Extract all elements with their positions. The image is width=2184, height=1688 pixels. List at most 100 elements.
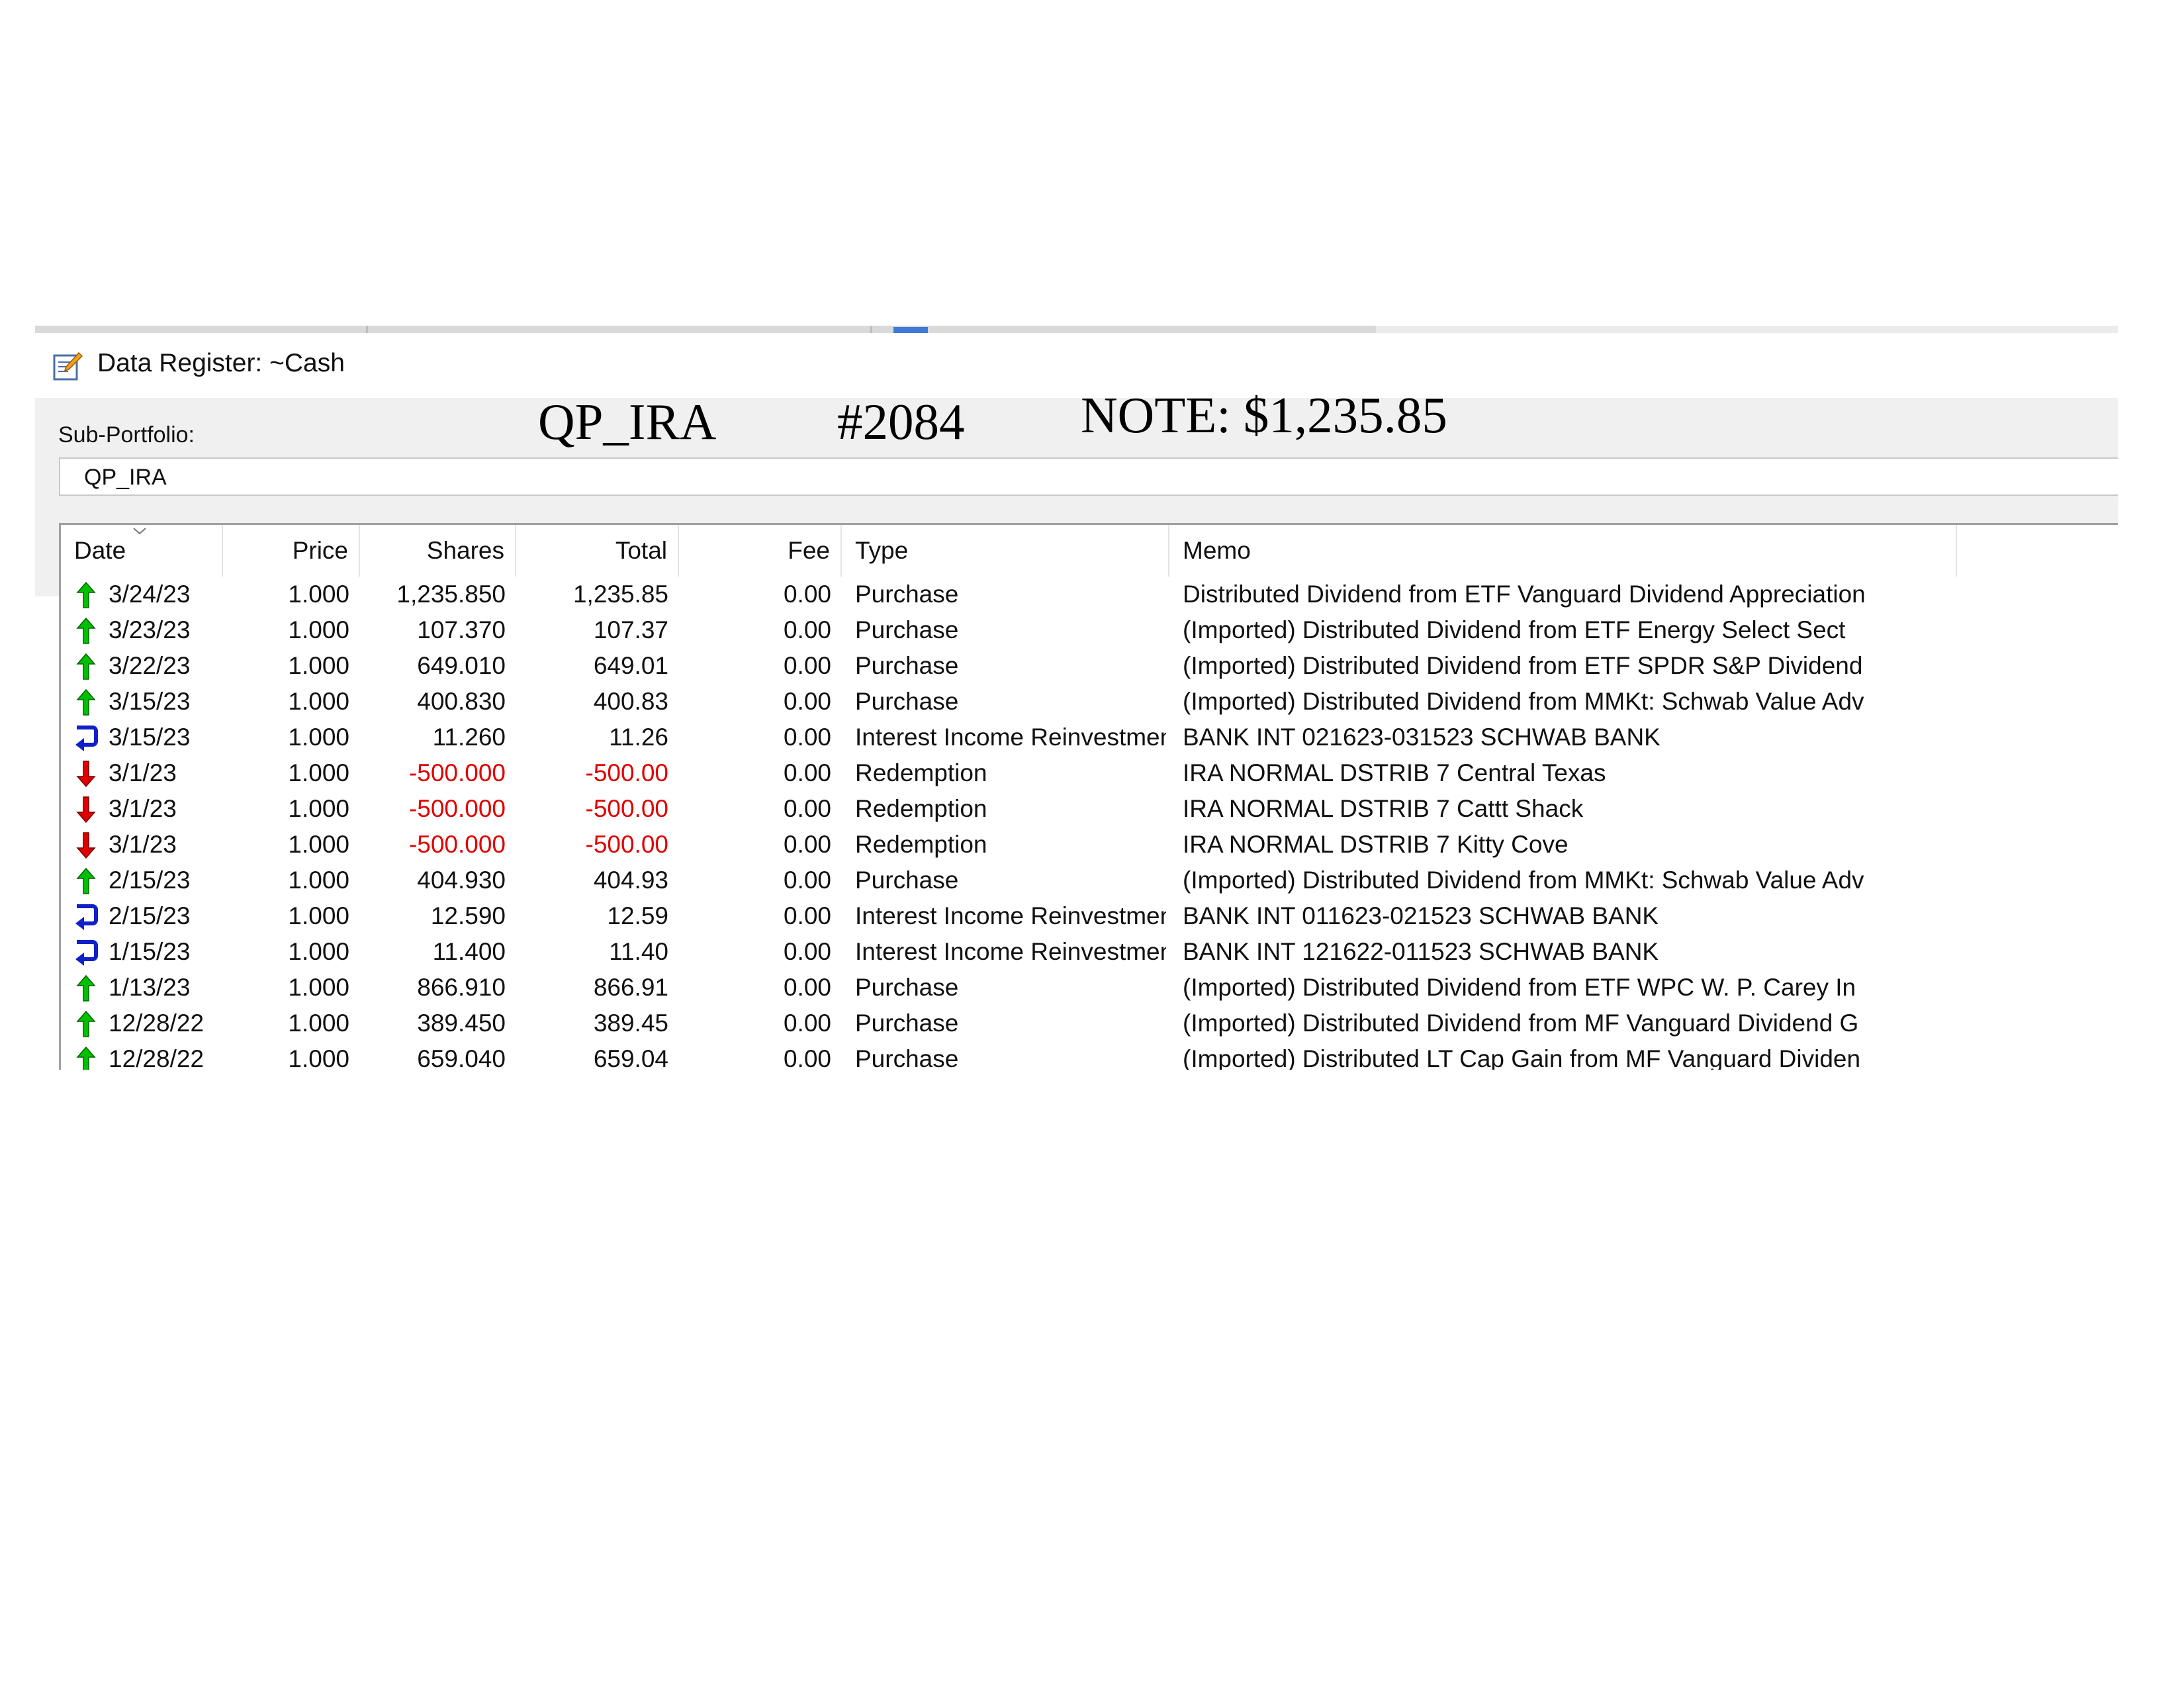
cell-date: 2/15/23	[109, 867, 191, 894]
register-edit-icon	[53, 352, 83, 381]
cell-fee: 0.00	[783, 867, 831, 894]
table-row[interactable]: 12/28/22 1.000 659.040 659.04 0.00 Purchase (I…	[61, 1041, 2118, 1070]
column-header-empty[interactable]	[1957, 525, 2118, 577]
cell-price: 1.000	[288, 974, 349, 1001]
column-header-price[interactable]: Price	[223, 525, 360, 577]
cell-fee: 0.00	[783, 759, 831, 786]
reinvest-arrow-icon	[75, 940, 98, 966]
table-row[interactable]: 12/28/22 1.000 389.450 389.45 0.00 Purchase (I…	[61, 1006, 2118, 1041]
cell-total: 107.37	[593, 616, 668, 643]
cell-fee: 0.00	[783, 831, 831, 858]
cell-fee: 0.00	[783, 1009, 831, 1037]
annotation-note: NOTE: $1,235.85	[1081, 387, 1447, 444]
table-row[interactable]: 3/15/23 1.000 11.260 11.26 0.00 Interest Inco…	[61, 720, 2118, 755]
up-arrow-icon	[76, 653, 96, 680]
cell-price: 1.000	[288, 831, 349, 858]
cell-price: 1.000	[288, 724, 349, 751]
cell-memo: IRA NORMAL DSTRIB 7 Cattt Shack	[1183, 795, 1584, 822]
column-header-total[interactable]: Total	[516, 525, 679, 577]
cell-shares: 1,235.850	[396, 581, 506, 608]
down-arrow-icon	[76, 832, 96, 859]
sort-descending-icon	[133, 528, 146, 535]
cell-memo: IRA NORMAL DSTRIB 7 Kitty Cove	[1183, 831, 1569, 858]
cell-fee: 0.00	[783, 938, 831, 965]
table-row[interactable]: 3/22/23 1.000 649.010 649.01 0.00 Purchase (Im…	[61, 648, 2118, 684]
cell-price: 1.000	[288, 1009, 349, 1037]
cell-shares: 107.370	[417, 616, 506, 643]
up-arrow-icon	[76, 1046, 96, 1070]
cell-shares: 404.930	[417, 867, 506, 894]
table-row[interactable]: 2/15/23 1.000 12.590 12.59 0.00 Interest Inco…	[61, 898, 2118, 934]
table-row[interactable]: 3/24/23 1.000 1,235.850 1,235.85 0.00 Purchas…	[61, 577, 2118, 612]
cell-type: Interest Income Reinvestment	[855, 724, 1166, 751]
cell-memo: (Imported) Distributed Dividend from MF …	[1183, 1009, 1859, 1037]
column-header-fee[interactable]: Fee	[679, 525, 842, 577]
cell-price: 1.000	[288, 581, 349, 608]
table-row[interactable]: 1/15/23 1.000 11.400 11.40 0.00 Interest Inco…	[61, 934, 2118, 970]
cell-total: -500.00	[585, 795, 669, 822]
cell-date: 3/1/23	[109, 795, 177, 822]
cell-memo: BANK INT 021623-031523 SCHWAB BANK	[1183, 724, 1661, 751]
window-top-strip	[35, 326, 2118, 333]
cell-type: Purchase	[855, 867, 959, 894]
cell-type: Purchase	[855, 652, 959, 679]
cell-shares: -500.000	[408, 795, 506, 822]
cell-shares: 389.450	[417, 1009, 506, 1037]
cell-price: 1.000	[288, 867, 349, 894]
cell-date: 12/28/22	[109, 1045, 205, 1070]
down-arrow-icon	[76, 761, 96, 788]
column-header-label: Date	[74, 537, 126, 564]
strip-segment	[1376, 326, 2118, 333]
cell-date: 3/1/23	[109, 831, 177, 858]
down-arrow-icon	[76, 796, 96, 823]
cell-shares: 11.400	[432, 938, 506, 965]
cell-fee: 0.00	[783, 724, 831, 751]
cell-price: 1.000	[288, 902, 349, 929]
up-arrow-icon	[76, 867, 96, 894]
window-title: Data Register: ~Cash	[97, 349, 345, 377]
column-header-label: Fee	[788, 537, 830, 564]
cell-price: 1.000	[288, 652, 349, 679]
table-row[interactable]: 3/15/23 1.000 400.830 400.83 0.00 Purchase (Im…	[61, 684, 2118, 720]
sub-portfolio-field[interactable]: QP_IRA	[59, 457, 2118, 496]
cell-memo: Distributed Dividend from ETF Vanguard D…	[1183, 581, 1866, 608]
strip-highlight	[893, 327, 928, 333]
column-header-label: Shares	[426, 537, 504, 564]
cell-fee: 0.00	[783, 652, 831, 679]
column-header-memo[interactable]: Memo	[1169, 525, 1957, 577]
sub-portfolio-value: QP_IRA	[84, 465, 167, 490]
cell-memo: (Imported) Distributed Dividend from ETF…	[1183, 616, 1846, 643]
cell-date: 3/24/23	[109, 581, 191, 608]
cell-date: 3/15/23	[109, 724, 191, 751]
column-header-date[interactable]: Date	[61, 525, 223, 577]
cell-type: Purchase	[855, 616, 959, 643]
column-header-label: Type	[855, 537, 909, 564]
cell-shares: 400.830	[417, 688, 506, 715]
cell-type: Purchase	[855, 974, 959, 1001]
column-header-label: Memo	[1183, 537, 1251, 564]
table-row[interactable]: 3/1/23 1.000 -500.000 -500.00 0.00 Redemption…	[61, 755, 2118, 791]
table-row[interactable]: 3/23/23 1.000 107.370 107.37 0.00 Purchase (Im…	[61, 612, 2118, 648]
cell-price: 1.000	[288, 795, 349, 822]
cell-date: 3/1/23	[109, 759, 177, 786]
cell-type: Purchase	[855, 688, 959, 715]
cell-type: Interest Income Reinvestment	[855, 902, 1166, 929]
up-arrow-icon	[76, 974, 96, 1002]
cell-type: Purchase	[855, 581, 959, 608]
cell-price: 1.000	[288, 688, 349, 715]
table-row[interactable]: 1/13/23 1.000 866.910 866.91 0.00 Purchase (Im…	[61, 970, 2118, 1006]
column-header-type[interactable]: Type	[842, 525, 1169, 577]
table-row[interactable]: 3/1/23 1.000 -500.000 -500.00 0.00 Redemption…	[61, 791, 2118, 827]
cell-price: 1.000	[288, 616, 349, 643]
cell-total: 389.45	[593, 1009, 668, 1037]
table-row[interactable]: 3/1/23 1.000 -500.000 -500.00 0.00 Redemption…	[61, 827, 2118, 863]
table-row[interactable]: 2/15/23 1.000 404.930 404.93 0.00 Purchase (Im…	[61, 863, 2118, 898]
cell-fee: 0.00	[783, 795, 831, 822]
column-header-shares[interactable]: Shares	[360, 525, 516, 577]
cell-price: 1.000	[288, 1045, 349, 1070]
up-arrow-icon	[76, 688, 96, 716]
transactions-grid: Date Price Shares Total Fee Type Memo 3/24/23 1.…	[59, 523, 2118, 1070]
cell-fee: 0.00	[783, 581, 831, 608]
title-bar: Data Register: ~Cash	[35, 333, 2118, 398]
cell-date: 12/28/22	[109, 1009, 205, 1037]
